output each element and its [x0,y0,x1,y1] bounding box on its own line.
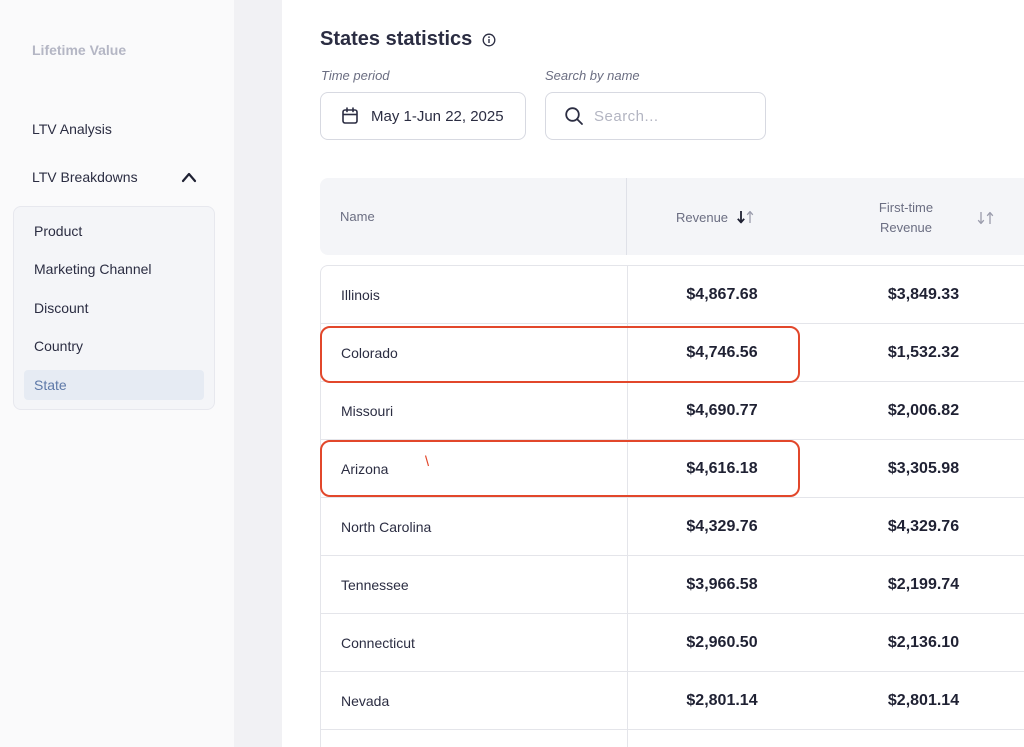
table-row[interactable]: North Carolina $4,329.76 $4,329.76 [321,498,1024,556]
table-row[interactable]: Illinois $4,867.68 $3,849.33 [321,266,1024,324]
highlight-annotation-arizona [320,440,800,497]
cell-first-time-revenue: $1,532.32 [887,343,960,361]
search-field[interactable] [545,92,766,140]
column-divider [626,178,627,255]
cell-first-time-revenue: $2,199.74 [887,575,960,593]
time-period-label: Time period [321,68,390,83]
chevron-up-icon[interactable] [181,171,197,183]
subnav-item-product[interactable]: Product [24,216,204,246]
cell-revenue: $4,867.68 [686,285,758,303]
search-icon [565,107,583,125]
cell-state-name: Tennessee [341,576,409,593]
column-header-revenue-label: Revenue [676,209,729,225]
calendar-icon [342,107,358,124]
table-row[interactable]: Tennessee $3,966.58 $2,199.74 [321,556,1024,614]
search-input[interactable] [594,107,744,125]
column-header-first-time-revenue[interactable]: First-time Revenue [870,198,1010,238]
column-header-first-time-line1: First-time [878,200,934,215]
page-title: States statistics [320,28,473,50]
column-header-revenue[interactable]: Revenue [676,209,756,225]
cell-state-name: Connecticut [341,634,415,651]
table-row[interactable]: Missouri $4,690.77 $2,006.82 [321,382,1024,440]
cell-first-time-revenue: $2,136.10 [887,633,960,651]
page-title-row: States statistics [320,28,496,51]
cell-revenue: $4,329.76 [686,517,758,535]
column-header-first-time-line2: Revenue [879,220,933,235]
cell-state-name: Nevada [341,692,390,709]
sort-desc-icon[interactable] [736,209,756,225]
cell-revenue: $4,690.77 [686,401,758,419]
cell-revenue: $2,960.50 [686,633,758,651]
nav-ltv-breakdowns[interactable]: LTV Breakdowns [32,169,197,185]
breakdowns-subnav: Product Marketing Channel Discount Count… [13,206,215,410]
search-label: Search by name [545,68,640,83]
brand-title: Lifetime Value [32,42,127,58]
table-row[interactable]: Connecticut $2,960.50 $2,136.10 [321,614,1024,672]
subnav-item-marketing-channel[interactable]: Marketing Channel [24,254,204,284]
info-icon[interactable] [482,33,496,47]
subnav-item-state[interactable]: State [24,370,204,400]
column-header-name[interactable]: Name [340,209,375,224]
sort-icon[interactable] [976,210,996,226]
cell-first-time-revenue: $2,801.14 [887,691,960,709]
cell-state-name: Illinois [341,286,380,303]
cell-first-time-revenue: $3,305.98 [887,459,960,477]
nav-ltv-breakdowns-label: LTV Breakdowns [32,169,138,185]
table-header: Name Revenue First-time Revenue [320,178,1024,255]
cell-state-name: North Carolina [341,518,432,535]
cell-revenue: $2,801.14 [686,691,758,709]
highlight-annotation-colorado [320,326,800,383]
cell-state-name: Missouri [341,402,394,419]
sidebar: Lifetime Value LTV Analysis LTV Breakdow… [0,0,234,747]
date-range-value: May 1-Jun 22, 2025 [371,107,504,125]
column-header-first-time-revenue-label: First-time Revenue [870,198,942,238]
subnav-item-country[interactable]: Country [24,331,204,361]
sidebar-gutter [234,0,282,747]
cell-first-time-revenue: $2,006.82 [887,401,960,419]
annotation-mark [425,455,429,467]
nav-ltv-analysis[interactable]: LTV Analysis [32,121,112,137]
subnav-item-discount[interactable]: Discount [24,293,204,323]
date-range-picker[interactable]: May 1-Jun 22, 2025 [320,92,526,140]
cell-first-time-revenue: $3,849.33 [887,285,960,303]
cell-revenue: $3,966.58 [686,575,758,593]
cell-first-time-revenue: $4,329.76 [887,517,960,535]
table-row[interactable]: Nevada $2,801.14 $2,801.14 [321,672,1024,730]
